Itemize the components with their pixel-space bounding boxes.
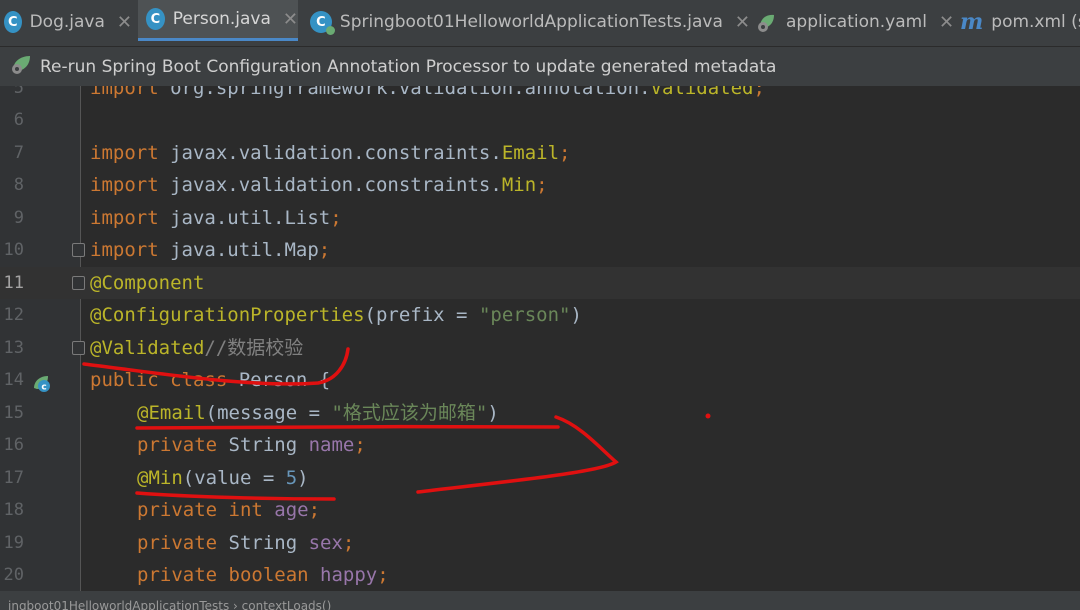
code-line[interactable]: 13 @Validated//数据校验 bbox=[0, 332, 1080, 364]
code-line[interactable]: 7 import javax.validation.constraints.Em… bbox=[0, 137, 1080, 169]
line-number: 13 bbox=[3, 338, 24, 358]
close-icon[interactable]: ✕ bbox=[735, 12, 750, 33]
tab-application-tests-java[interactable]: C Springboot01HelloworldApplicationTests… bbox=[310, 0, 750, 44]
notification-text[interactable]: Re-run Spring Boot Configuration Annotat… bbox=[40, 57, 776, 77]
code-text: private boolean happy; bbox=[137, 564, 389, 586]
fold-marker-icon[interactable] bbox=[72, 341, 85, 355]
line-number: 14 bbox=[3, 370, 24, 390]
spring-boot-icon bbox=[10, 54, 32, 79]
code-text: public class Person { bbox=[90, 369, 331, 391]
tab-label: pom.xml (s bbox=[991, 12, 1080, 32]
line-number: 18 bbox=[3, 500, 24, 520]
code-editor[interactable]: 5 import org.springframework.validation.… bbox=[0, 86, 1080, 591]
code-text: import javax.validation.constraints.Emai… bbox=[90, 142, 571, 164]
line-number: 11 bbox=[3, 273, 24, 293]
tab-label: Dog.java bbox=[29, 12, 105, 32]
line-number: 17 bbox=[3, 468, 24, 488]
line-number: 15 bbox=[3, 403, 24, 423]
tab-label: Springboot01HelloworldApplicationTests.j… bbox=[339, 12, 723, 32]
line-number: 20 bbox=[3, 565, 24, 585]
notification-bar: Re-run Spring Boot Configuration Annotat… bbox=[0, 47, 1080, 87]
breadcrumb-bar[interactable]: ingboot01HelloworldApplicationTests › co… bbox=[0, 591, 1080, 610]
line-number: 9 bbox=[13, 208, 24, 228]
code-text: import java.util.Map; bbox=[90, 239, 331, 261]
line-number: 16 bbox=[3, 435, 24, 455]
java-class-icon: C bbox=[4, 11, 22, 33]
code-line-current[interactable]: 11 @Component bbox=[0, 267, 1080, 299]
code-line[interactable]: 18 private int age; bbox=[0, 494, 1080, 526]
tab-label: Person.java bbox=[172, 9, 271, 29]
line-number: 6 bbox=[13, 110, 24, 130]
breadcrumb[interactable]: ingboot01HelloworldApplicationTests › co… bbox=[8, 599, 331, 610]
code-line[interactable]: 14 c public class Person { bbox=[0, 364, 1080, 396]
tab-label: application.yaml bbox=[786, 12, 927, 32]
code-text: import javax.validation.constraints.Min; bbox=[90, 174, 548, 196]
tab-application-yaml[interactable]: application.yaml ✕ bbox=[756, 0, 954, 44]
tab-dog-java[interactable]: C Dog.java ✕ bbox=[4, 0, 132, 44]
code-text: import java.util.List; bbox=[90, 207, 342, 229]
code-line[interactable]: 9 import java.util.List; bbox=[0, 202, 1080, 234]
code-text: private int age; bbox=[137, 499, 321, 521]
line-number: 10 bbox=[3, 240, 24, 260]
close-icon[interactable]: ✕ bbox=[939, 12, 954, 33]
code-line[interactable]: 19 private String sex; bbox=[0, 527, 1080, 559]
code-text: import org.springframework.validation.an… bbox=[90, 86, 765, 99]
spring-yaml-icon bbox=[756, 11, 778, 33]
code-line[interactable]: 8 import javax.validation.constraints.Mi… bbox=[0, 169, 1080, 201]
code-line[interactable]: 17 @Min(value = 5) bbox=[0, 462, 1080, 494]
line-number: 5 bbox=[13, 86, 24, 98]
java-class-icon: C bbox=[146, 8, 165, 30]
code-line[interactable]: 5 import org.springframework.validation.… bbox=[0, 86, 1080, 104]
spring-bean-gutter-icon[interactable]: c bbox=[33, 371, 51, 393]
code-line[interactable]: 15 @Email(message = "格式应该为邮箱") bbox=[0, 397, 1080, 429]
fold-marker-icon[interactable] bbox=[72, 276, 85, 290]
code-line[interactable]: 16 private String name; bbox=[0, 429, 1080, 461]
java-test-class-icon: C bbox=[310, 11, 335, 35]
code-line[interactable]: 6 bbox=[0, 104, 1080, 136]
code-line[interactable]: 10 import java.util.Map; bbox=[0, 234, 1080, 266]
code-text: private String sex; bbox=[137, 532, 355, 554]
line-number: 19 bbox=[3, 533, 24, 553]
code-line[interactable]: 12 @ConfigurationProperties(prefix = "pe… bbox=[0, 299, 1080, 331]
svg-text:c: c bbox=[41, 383, 46, 393]
line-number: 7 bbox=[13, 143, 24, 163]
close-icon[interactable]: ✕ bbox=[283, 9, 298, 30]
code-text: private String name; bbox=[137, 434, 366, 456]
line-number: 12 bbox=[3, 305, 24, 325]
line-number: 8 bbox=[13, 175, 24, 195]
fold-marker-icon[interactable] bbox=[72, 243, 85, 257]
close-icon[interactable]: ✕ bbox=[117, 12, 132, 33]
code-line[interactable]: 20 private boolean happy; bbox=[0, 559, 1080, 591]
code-text: @Validated//数据校验 bbox=[90, 337, 304, 359]
code-text: @Email(message = "格式应该为邮箱") bbox=[137, 402, 499, 424]
tab-pom-xml[interactable]: m pom.xml (s bbox=[960, 0, 1080, 44]
code-text: @Min(value = 5) bbox=[137, 467, 309, 489]
maven-icon: m bbox=[960, 9, 984, 35]
tab-person-java[interactable]: C Person.java ✕ bbox=[138, 0, 298, 41]
code-text: @Component bbox=[90, 272, 205, 294]
editor-tab-bar: C Dog.java ✕ C Person.java ✕ C Springboo… bbox=[0, 0, 1080, 47]
code-text: @ConfigurationProperties(prefix = "perso… bbox=[90, 304, 582, 326]
